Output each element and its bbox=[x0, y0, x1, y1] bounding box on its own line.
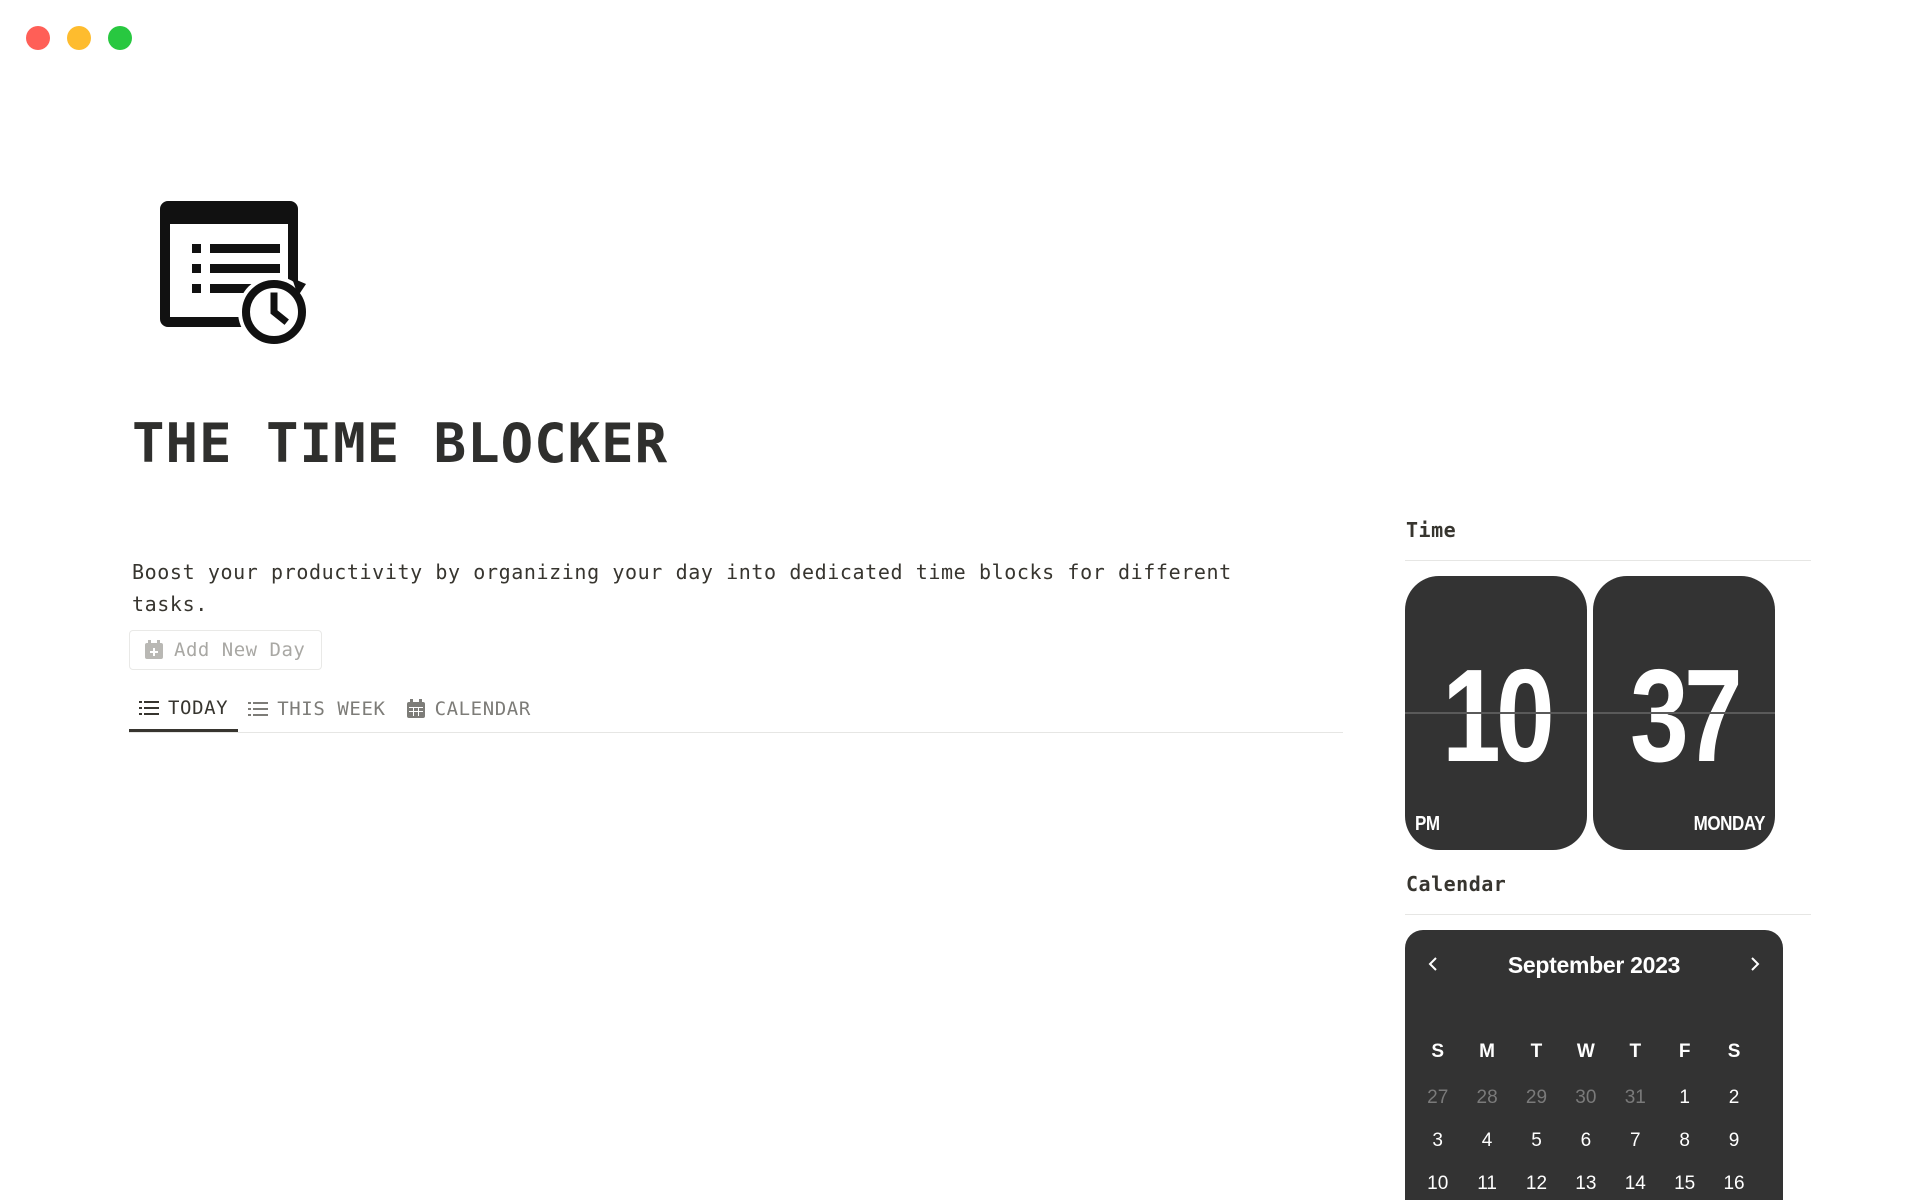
calendar-month-label: September 2023 bbox=[1507, 952, 1681, 978]
tab-this-week[interactable]: THIS WEEK bbox=[238, 686, 395, 732]
clock-hour: 10 bbox=[1442, 642, 1555, 789]
list-icon bbox=[139, 699, 159, 717]
tab-calendar-label: CALENDAR bbox=[434, 698, 531, 720]
calendar-weekday-label: M bbox=[1479, 1041, 1495, 1062]
time-heading: Time bbox=[1406, 518, 1457, 542]
calendar-header: September 2023 bbox=[1405, 930, 1783, 1004]
minimize-window-button[interactable] bbox=[67, 26, 91, 50]
calendar-add-icon bbox=[144, 640, 164, 660]
calendar-day[interactable]: 11 bbox=[1462, 1162, 1511, 1200]
calendar-weekday-label: W bbox=[1576, 1041, 1595, 1062]
calendar-grid: S M T W T F S 27 28 29 30 31 1 2 3 4 5 6 7 8 9 10 11 12 13 14 15 16 bbox=[1413, 1034, 1759, 1200]
next-month-button[interactable] bbox=[1741, 952, 1769, 980]
zoom-window-button[interactable] bbox=[108, 26, 132, 50]
list-icon bbox=[248, 700, 269, 718]
calendar-day[interactable]: 14 bbox=[1611, 1162, 1660, 1200]
calendar-day[interactable]: 2 bbox=[1709, 1076, 1758, 1119]
calendar-day[interactable]: 15 bbox=[1660, 1162, 1709, 1200]
tab-calendar[interactable]: CALENDAR bbox=[396, 686, 541, 732]
time-blocker-icon[interactable] bbox=[160, 200, 314, 350]
calendar-heading: Calendar bbox=[1406, 872, 1507, 896]
calendar-grid-icon bbox=[406, 699, 426, 719]
calendar-day[interactable]: 5 bbox=[1512, 1119, 1561, 1162]
chevron-right-icon bbox=[1749, 956, 1761, 977]
calendar-weekday-label: F bbox=[1678, 1041, 1691, 1062]
page-description: Boost your productivity by organizing yo… bbox=[132, 560, 1232, 616]
window-controls bbox=[26, 26, 132, 50]
clock-weekday: MONDAY bbox=[1693, 813, 1766, 835]
calendar-day[interactable]: 9 bbox=[1709, 1119, 1758, 1162]
clock-meridiem: PM bbox=[1415, 813, 1440, 835]
calendar-weekday-label: S bbox=[1431, 1041, 1445, 1062]
calendar-day[interactable]: 4 bbox=[1462, 1119, 1511, 1162]
calendar-day[interactable]: 13 bbox=[1561, 1162, 1610, 1200]
clock-minute: 37 bbox=[1630, 642, 1743, 789]
calendar-weekday-label: T bbox=[1530, 1041, 1543, 1062]
clock-hour-card: 10 PM bbox=[1405, 576, 1587, 850]
calendar-day[interactable]: 30 bbox=[1561, 1076, 1610, 1119]
calendar-widget: September 2023 S M T W T F S 27 28 29 30 31 1 2 3 4 5 6 7 8… bbox=[1405, 930, 1783, 1200]
close-window-button[interactable] bbox=[26, 26, 50, 50]
add-new-day-label: Add New Day bbox=[174, 639, 306, 661]
calendar-day[interactable]: 3 bbox=[1413, 1119, 1462, 1162]
flip-seam bbox=[1593, 712, 1775, 714]
page-title: THE TIME BLOCKER bbox=[132, 412, 669, 475]
calendar-day[interactable]: 12 bbox=[1512, 1162, 1561, 1200]
calendar-day[interactable]: 7 bbox=[1611, 1119, 1660, 1162]
calendar-day[interactable]: 16 bbox=[1709, 1162, 1758, 1200]
calendar-divider bbox=[1405, 914, 1811, 915]
calendar-day[interactable]: 27 bbox=[1413, 1076, 1462, 1119]
calendar-day[interactable]: 8 bbox=[1660, 1119, 1709, 1162]
tab-today[interactable]: TODAY bbox=[129, 686, 239, 732]
add-new-day-button[interactable]: Add New Day bbox=[129, 630, 323, 670]
calendar-day[interactable]: 29 bbox=[1512, 1076, 1561, 1119]
calendar-weekday-label: S bbox=[1727, 1041, 1741, 1062]
tab-this-week-label: THIS WEEK bbox=[277, 698, 386, 720]
calendar-day[interactable]: 6 bbox=[1561, 1119, 1610, 1162]
view-tabs: TODAY THIS WEEK CALENDAR bbox=[129, 686, 1343, 733]
calendar-day[interactable]: 28 bbox=[1462, 1076, 1511, 1119]
tab-today-label: TODAY bbox=[168, 696, 229, 719]
calendar-day[interactable]: 10 bbox=[1413, 1162, 1462, 1200]
clock-minute-card: 37 MONDAY bbox=[1593, 576, 1775, 850]
calendar-day[interactable]: 31 bbox=[1611, 1076, 1660, 1119]
calendar-day[interactable]: 1 bbox=[1660, 1076, 1709, 1119]
time-divider bbox=[1405, 560, 1811, 561]
flip-seam bbox=[1405, 712, 1587, 714]
calendar-weekday-label: T bbox=[1629, 1041, 1642, 1062]
